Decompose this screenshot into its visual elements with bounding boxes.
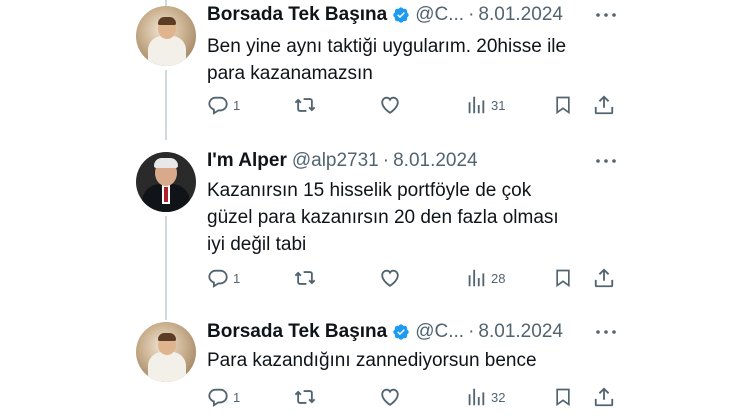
avatar[interactable] [136,152,196,212]
tweet-text-line: Para kazandığını zannediyorsun bence [207,350,537,371]
thread-line [165,216,167,320]
tweet-text-line: Kazanırsın 15 hisselik portföyle de çok [207,180,532,201]
author-name[interactable]: Borsada Tek Başına [207,321,387,343]
views-icon [468,96,485,114]
author-handle[interactable]: @C... [415,4,464,26]
separator: · [468,321,475,342]
tweet-header: Borsada Tek Başına @C... · 8.01.2024 [207,2,563,28]
retweet-button[interactable] [293,94,317,116]
verified-badge-icon [393,7,409,23]
share-icon [594,387,614,407]
retweet-button[interactable] [293,267,317,289]
bookmark-button[interactable] [553,94,573,116]
like-icon [381,388,399,406]
views-count: 31 [491,97,506,113]
share-icon [594,95,614,115]
tweet-text-line: güzel para kazanırsın 20 den fazla olmas… [207,207,559,228]
views-icon [468,388,485,406]
separator: · [468,4,475,25]
tweet-text: Ben yine aynı taktiği uygularım. 20hisse… [207,33,607,87]
reply-icon [208,96,228,115]
bookmark-icon [556,269,570,288]
bookmark-button[interactable] [553,386,573,408]
tweet-actions: 1 32 [207,386,617,410]
tweet-actions: 1 28 [207,267,617,291]
views-count: 32 [491,389,506,405]
like-button[interactable] [379,94,401,116]
author-handle[interactable]: @alp2731 [292,150,379,172]
retweet-button[interactable] [293,386,317,408]
share-button[interactable] [593,94,615,116]
like-icon [381,269,399,287]
more-icon[interactable] [594,152,618,170]
retweet-icon [294,390,316,404]
tweet-header: I'm Alper @alp2731 · 8.01.2024 [207,148,478,174]
views-icon [468,269,485,287]
share-button[interactable] [593,267,615,289]
tweet-date[interactable]: 8.01.2024 [478,4,563,26]
author-handle[interactable]: @C... [415,321,464,343]
share-icon [594,268,614,288]
tweet-date[interactable]: 8.01.2024 [478,321,563,343]
more-icon[interactable] [594,323,618,341]
reply-count: 1 [233,270,241,286]
reply-button[interactable]: 1 [207,267,240,289]
more-icon[interactable] [594,6,618,24]
author-name[interactable]: Borsada Tek Başına [207,4,387,26]
author-name[interactable]: I'm Alper [207,150,287,172]
bookmark-button[interactable] [553,267,573,289]
verified-badge-icon [393,324,409,340]
tweet-text: Para kazandığını zannediyorsun bence [207,347,607,374]
views-count: 28 [491,270,506,286]
reply-count: 1 [233,389,241,405]
retweet-icon [294,271,316,285]
separator: · [382,150,390,171]
views-button[interactable]: 31 [465,94,505,116]
views-button[interactable]: 32 [465,386,505,408]
avatar[interactable] [136,6,196,66]
thread-line [165,70,167,140]
share-button[interactable] [593,386,615,408]
reply-button[interactable]: 1 [207,94,240,116]
tweet-date[interactable]: 8.01.2024 [393,150,478,172]
reply-count: 1 [233,97,241,113]
retweet-icon [294,98,316,112]
reply-button[interactable]: 1 [207,386,240,408]
tweet-header: Borsada Tek Başına @C... · 8.01.2024 [207,319,563,345]
like-button[interactable] [379,267,401,289]
tweet-text: Kazanırsın 15 hisselik portföyle de çok … [207,177,607,258]
like-button[interactable] [379,386,401,408]
tweet-text-line: Ben yine aynı taktiği uygularım. 20hisse… [207,36,567,57]
bookmark-icon [556,96,570,115]
tweet-actions: 1 31 [207,94,617,118]
views-button[interactable]: 28 [465,267,505,289]
reply-icon [208,269,228,288]
avatar[interactable] [136,322,196,382]
like-icon [381,96,399,114]
bookmark-icon [556,388,570,407]
reply-icon [208,388,228,407]
tweet-text-line: para kazanamazsın [207,63,373,84]
tweet-text-line: iyi değil tabi [207,234,307,255]
